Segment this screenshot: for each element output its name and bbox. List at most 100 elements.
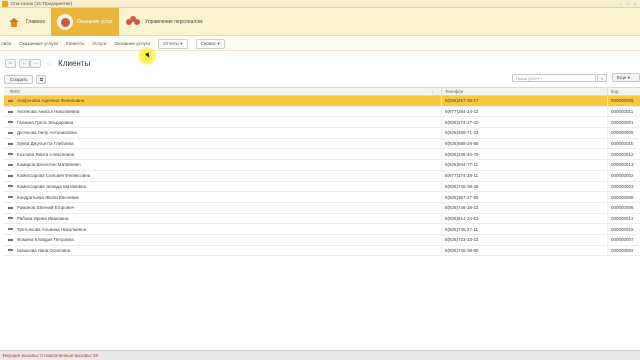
cell-fio: Козлова Янита Алексеевна — [4, 149, 442, 160]
service-dropdown[interactable]: Сервис ▾ — [195, 38, 225, 49]
table-row[interactable]: Агафонова Аделина Филиповна 8(926)457-36-… — [4, 96, 640, 107]
cell-fio: Зуева Джульетта Глебовна — [4, 138, 442, 149]
table-row[interactable]: Кондратьева Жюли Евсеевна 8(926)367-27-55… — [4, 192, 640, 203]
cell-phone: 8(926)274-27-42 — [442, 117, 608, 128]
cell-code: 000000001 — [611, 119, 634, 125]
cell-code: 000000013 — [611, 162, 634, 168]
list-item-icon — [8, 131, 13, 134]
more-button[interactable]: Еще ▾ — [612, 73, 640, 82]
clear-search-icon[interactable]: × — [597, 74, 607, 82]
cell-fio: Галкина Грета Эльдаровна — [4, 117, 442, 128]
maximize-icon[interactable]: □ — [625, 1, 631, 6]
table-row[interactable]: Комиссарова Сильвия Феликсовна 8(977)374-… — [4, 170, 640, 182]
back-arrow-icon[interactable]: ← — [19, 58, 30, 68]
subnav-item-services[interactable]: Услуги — [92, 41, 106, 46]
cell-fio-text: Дьячкова Лилу Антониновна — [17, 130, 77, 136]
column-phone[interactable]: Телефон — [442, 88, 608, 95]
cell-code: 000000009 — [611, 130, 634, 136]
list-item-icon — [8, 196, 13, 199]
cell-phone: 8(925)489-71-33 — [442, 128, 608, 138]
cell-fio: Третьякова Альвина Николаевна — [4, 224, 442, 234]
table-row[interactable]: Третьякова Альвина Николаевна 8(926)746-2… — [4, 224, 640, 235]
cell-phone: 8(926)367-27-55 — [442, 192, 608, 202]
list-item-icon — [8, 206, 13, 209]
cell-fio-text: Зуева Джульетта Глебовна — [17, 141, 74, 147]
staff-icon — [125, 14, 141, 30]
section-services[interactable]: Оказание услуг — [51, 8, 120, 36]
cell-phone: 8(926)689-29-55 — [442, 138, 608, 149]
cell-phone: 8(926)723-33-22 — [442, 234, 608, 245]
cell-phone: 8(977)374-28-11 — [442, 170, 608, 181]
list-item-icon — [8, 249, 13, 252]
home-icon — [6, 14, 22, 30]
cell-fio-text: Комаров Валентин Матвеевич — [17, 162, 81, 168]
forward-arrow-icon[interactable]: → — [30, 58, 41, 68]
cell-fio-text: Козлова Янита Алексеевна — [17, 151, 75, 157]
copy-icon[interactable]: ⧉ — [36, 74, 47, 84]
cell-fio-text: Галкина Грета Эльдаровна — [17, 119, 74, 125]
cell-fio: Фомина Клавдия Петровна — [4, 234, 442, 245]
list-item-icon — [8, 217, 13, 220]
close-icon[interactable]: × — [632, 1, 638, 6]
subnav-item-rendered-services[interactable]: Оказанные услуги — [19, 41, 58, 46]
clients-table: ФИО ↓ Телефон Код Агафонова Аделина Фили… — [4, 87, 640, 257]
cell-code: 000000011 — [611, 109, 634, 115]
status-bar: Текущие вызовы: 0 Накопленные вызовы: 60 — [0, 350, 640, 360]
subnav-bar: лиси Оказанные услуги Клиенты Услуги Ока… — [0, 37, 640, 51]
cell-fio: Комиссарова Эллада Матвеевна — [4, 181, 442, 192]
cell-code: 000000012 — [611, 151, 634, 157]
form-header: ⌂ ← → ☆ Клиенты — [0, 55, 640, 71]
window-title: Спа-салон (1С:Предприятие) — [11, 1, 73, 6]
cell-phone: 8(926)814-24-53 — [442, 213, 608, 224]
cell-code: 000000004 — [611, 247, 634, 253]
reports-dropdown[interactable]: Отчеты ▾ — [158, 38, 188, 49]
table-row[interactable]: Рябова Ирина Ивановна 8(926)814-24-53 0000… — [4, 213, 640, 225]
table-row[interactable]: Шашкова Лана Осиповна 8(926)746-38-90 0000… — [4, 245, 640, 257]
cell-fio: Шашкова Лана Осиповна — [4, 245, 442, 256]
search-input[interactable]: Поиск (Ctrl+F) — [512, 74, 596, 82]
favorite-star-icon[interactable]: ☆ — [46, 59, 53, 68]
table-row[interactable]: Галкина Грета Эльдаровна 8(926)274-27-42 0… — [4, 117, 640, 129]
table-header: ФИО ↓ Телефон Код — [4, 87, 640, 96]
subnav-item-clients[interactable]: Клиенты — [66, 41, 84, 46]
cell-code: 000000007 — [611, 237, 634, 243]
cell-phone: 8(926)746-27-11 — [442, 224, 608, 234]
cell-code: 000000005 — [611, 98, 634, 104]
list-item-icon — [8, 121, 13, 124]
table-row[interactable]: Романов Евгений Егорович 8(926)746-38-22 0… — [4, 202, 640, 214]
column-fio[interactable]: ФИО ↓ — [4, 88, 442, 95]
table-row[interactable]: Комиссарова Эллада Матвеевна 8(926)746-38… — [4, 181, 640, 193]
subnav-item-service-rendering[interactable]: Оказание услуги — [115, 41, 151, 46]
app-logo-icon — [2, 0, 8, 7]
cell-phone: 8(926)746-38-28 — [442, 181, 608, 192]
cell-phone: 8(926)457-36-27 — [442, 96, 608, 106]
cell-fio: Рябова Ирина Ивановна — [4, 213, 442, 224]
cell-code: 000000003 — [611, 183, 634, 189]
user-icon — [57, 14, 74, 30]
sort-down-icon: ↓ — [431, 89, 433, 94]
table-row[interactable]: Фомина Клавдия Петровна 8(926)723-33-22 00… — [4, 234, 640, 246]
table-row[interactable]: Комаров Валентин Матвеевич 8(925)844-77-1… — [4, 160, 640, 171]
table-row[interactable]: Дьячкова Лилу Антониновна 8(925)489-71-33… — [4, 128, 640, 139]
table-row[interactable]: Зуева Джульетта Глебовна 8(926)689-29-55 0… — [4, 138, 640, 150]
subnav-item-partial[interactable]: лиси — [1, 41, 11, 46]
minimize-icon[interactable]: – — [618, 1, 624, 6]
table-row[interactable]: Аксёнова Анисья Николаевна 8(977)394-24-2… — [4, 106, 640, 118]
table-row[interactable]: Козлова Янита Алексеевна 8(926)338-40-79 0… — [4, 149, 640, 161]
cell-fio-text: Рябова Ирина Ивановна — [17, 215, 69, 221]
cell-code: 000000008 — [611, 194, 634, 200]
column-code[interactable]: Код — [608, 88, 640, 95]
cell-code: 000000002 — [611, 173, 634, 179]
cell-phone: 8(977)394-24-22 — [442, 106, 608, 117]
cell-phone: 8(926)746-38-22 — [442, 202, 608, 213]
list-item-icon — [8, 228, 13, 231]
cell-phone: 8(926)746-38-90 — [442, 245, 608, 256]
cell-code: 000000015 — [611, 226, 634, 232]
section-label: Управление персоналом — [145, 19, 203, 25]
cell-fio-text: Комиссарова Сильвия Феликсовна — [17, 173, 91, 179]
section-staff[interactable]: Управление персоналом — [119, 8, 209, 36]
create-button[interactable]: Создать — [4, 74, 34, 84]
section-main[interactable]: Главное — [0, 8, 51, 36]
home-nav-icon[interactable]: ⌂ — [5, 58, 16, 68]
section-label: Главное — [26, 19, 46, 25]
